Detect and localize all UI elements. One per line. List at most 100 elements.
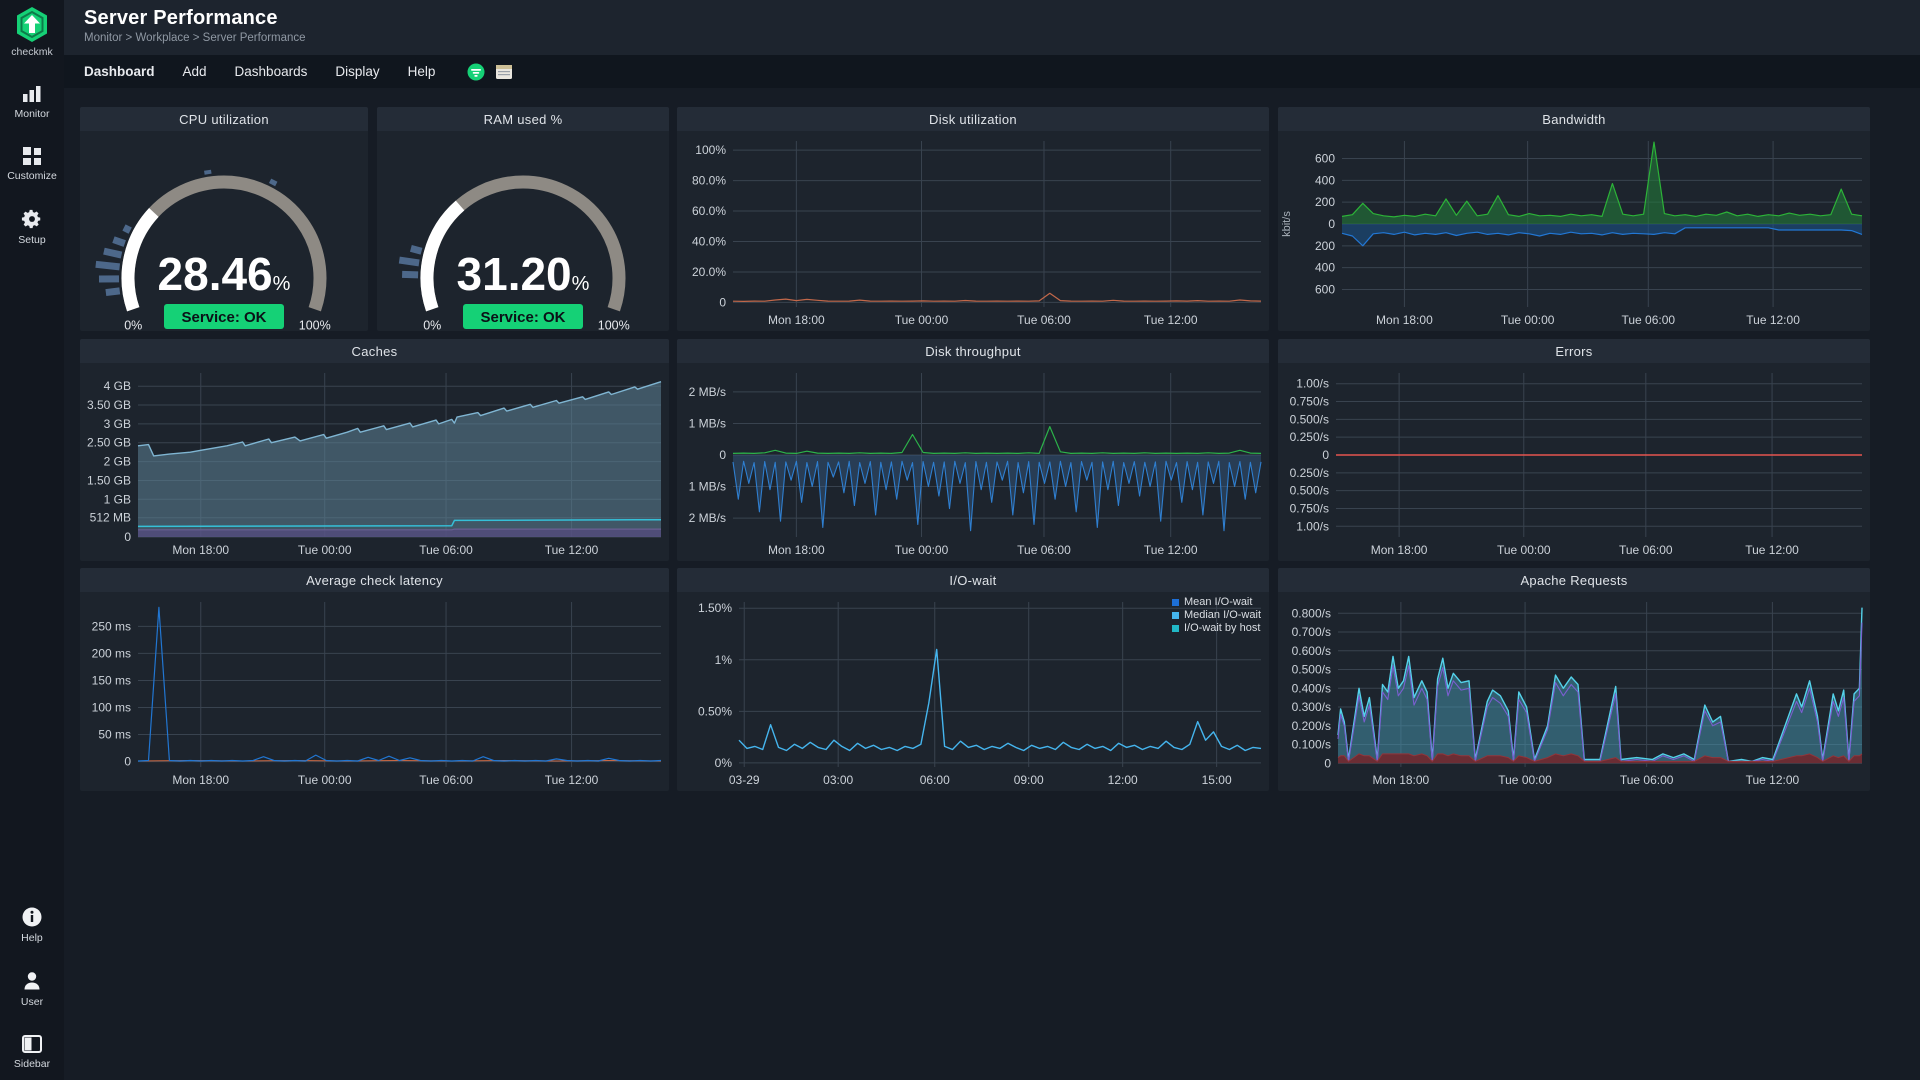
svg-text:06:00: 06:00 [920, 773, 950, 787]
svg-text:Mon 18:00: Mon 18:00 [768, 313, 825, 327]
gauge-ram-used-[interactable]: 0%100%31.20%Service: OK [377, 131, 669, 331]
svg-text:Tue 06:00: Tue 06:00 [1621, 313, 1675, 327]
legend-label: Median I/O-wait [1184, 609, 1261, 621]
panel-header[interactable]: Errors [1278, 339, 1870, 363]
disk-utilization-chart[interactable]: Mon 18:00Tue 00:00Tue 06:00Tue 12:00100%… [677, 131, 1269, 331]
legend-entry[interactable]: Median I/O-wait [1172, 609, 1261, 621]
errors-chart[interactable]: Mon 18:00Tue 00:00Tue 06:00Tue 12:001.00… [1278, 363, 1870, 561]
svg-text:28.46%: 28.46% [158, 248, 291, 300]
svg-text:0.600/s: 0.600/s [1292, 644, 1331, 658]
svg-text:0: 0 [1322, 448, 1329, 462]
svg-text:0.200/s: 0.200/s [1292, 719, 1331, 733]
menu-item-help[interactable]: Help [408, 64, 436, 79]
gauge-cpu-utilization[interactable]: 0%100%28.46%Service: OK [80, 131, 368, 331]
panel-header[interactable]: Apache Requests [1278, 568, 1870, 592]
caches-chart[interactable]: Mon 18:00Tue 00:00Tue 06:00Tue 12:004 GB… [80, 363, 669, 561]
panel-title: Errors [1555, 344, 1592, 359]
apache-requests-chart[interactable]: Mon 18:00Tue 00:00Tue 06:00Tue 12:000.80… [1278, 592, 1870, 791]
panel-i-o-wait: I/O-wait03-2903:0006:0009:0012:0015:001.… [677, 568, 1269, 791]
menu-item-dashboard[interactable]: Dashboard [84, 64, 155, 79]
dashlet-table-icon[interactable] [495, 64, 513, 80]
panel-disk-throughput: Disk throughput Mon 18:00Tue 00:00Tue 06:… [677, 339, 1269, 561]
svg-text:03-29: 03-29 [729, 773, 760, 787]
svg-text:0.500/s: 0.500/s [1292, 663, 1331, 677]
customize-icon [22, 146, 42, 166]
svg-text:0.300/s: 0.300/s [1292, 700, 1331, 714]
panel-bandwidth: BandwidthMon 18:00Tue 00:00Tue 06:00Tue … [1278, 107, 1870, 331]
svg-text:Tue 06:00: Tue 06:00 [419, 543, 473, 557]
svg-text:60.0%: 60.0% [692, 204, 726, 218]
menu-item-dashboards[interactable]: Dashboards [235, 64, 308, 79]
svg-text:0.500/s: 0.500/s [1290, 484, 1329, 498]
svg-text:1%: 1% [715, 653, 733, 667]
svg-text:Tue 12:00: Tue 12:00 [1745, 543, 1799, 557]
sidebar-item-setup[interactable]: Setup [18, 208, 45, 246]
sidebar-item-customize[interactable]: Customize [7, 146, 57, 182]
panel-title: Average check latency [306, 573, 443, 588]
svg-text:0.400/s: 0.400/s [1292, 681, 1331, 695]
svg-text:200: 200 [1315, 239, 1335, 253]
svg-text:0: 0 [1324, 756, 1331, 770]
panel-cpu-utilization: CPU utilization 0%100%28.46%Service: OK [80, 107, 368, 331]
filter-icon[interactable] [467, 63, 485, 81]
sidebar-item-label: Sidebar [14, 1058, 50, 1070]
svg-text:Tue 12:00: Tue 12:00 [1746, 773, 1800, 787]
panel-header[interactable]: Disk throughput [677, 339, 1269, 363]
panel-header[interactable]: Average check latency [80, 568, 669, 592]
svg-text:0.50%: 0.50% [698, 704, 732, 718]
panel-header[interactable]: Caches [80, 339, 669, 363]
sidebar-item-help[interactable]: Help [21, 906, 43, 944]
panel-header[interactable]: CPU utilization [80, 107, 368, 131]
svg-text:0.750/s: 0.750/s [1290, 501, 1329, 515]
svg-text:50 ms: 50 ms [98, 728, 131, 742]
legend-entry[interactable]: I/O-wait by host [1172, 622, 1261, 634]
panel-apache-requests: Apache RequestsMon 18:00Tue 00:00Tue 06:… [1278, 568, 1870, 791]
svg-text:Tue 00:00: Tue 00:00 [298, 543, 352, 557]
monitor-icon [21, 84, 43, 104]
panel-title: CPU utilization [179, 112, 269, 127]
menu-item-display[interactable]: Display [335, 64, 379, 79]
panel-caches: CachesMon 18:00Tue 00:00Tue 06:00Tue 12:… [80, 339, 669, 561]
sidebar-item-sidebar[interactable]: Sidebar [14, 1034, 50, 1070]
svg-text:20.0%: 20.0% [692, 265, 726, 279]
panel-header[interactable]: RAM used % [377, 107, 669, 131]
sidebar-item-label: Help [21, 932, 43, 944]
user-icon [21, 970, 43, 992]
page-header: Server Performance Monitor > Workplace >… [64, 0, 1920, 55]
svg-text:0.250/s: 0.250/s [1290, 430, 1329, 444]
setup-gear-icon [21, 208, 43, 230]
svg-text:150 ms: 150 ms [92, 673, 131, 687]
bandwidth-chart[interactable]: Mon 18:00Tue 00:00Tue 06:00Tue 12:006004… [1278, 131, 1870, 331]
legend-label: I/O-wait by host [1184, 622, 1260, 634]
panel-title: Disk throughput [925, 344, 1021, 359]
legend-swatch [1172, 625, 1179, 632]
panel-title: Apache Requests [1520, 573, 1627, 588]
svg-text:Tue 12:00: Tue 12:00 [1746, 313, 1800, 327]
svg-text:2 MB/s: 2 MB/s [689, 385, 726, 399]
panel-body: Mon 18:00Tue 00:00Tue 06:00Tue 12:006004… [1278, 131, 1870, 331]
dashboard-grid: CPU utilization 0%100%28.46%Service: OK RA… [64, 88, 1920, 1080]
panel-title: Disk utilization [929, 112, 1017, 127]
panel-body: Mon 18:00Tue 00:00Tue 06:00Tue 12:00100%… [677, 131, 1269, 331]
panel-body: 0%100%31.20%Service: OK [377, 131, 669, 331]
svg-text:Mon 18:00: Mon 18:00 [768, 543, 825, 557]
sidebar-item-monitor[interactable]: Monitor [14, 84, 49, 120]
sidebar-item-user[interactable]: User [21, 970, 43, 1008]
breadcrumb[interactable]: Monitor > Workplace > Server Performance [84, 32, 306, 44]
legend-entry[interactable]: Mean I/O-wait [1172, 596, 1261, 608]
panel-header[interactable]: Bandwidth [1278, 107, 1870, 131]
svg-text:0.750/s: 0.750/s [1290, 395, 1329, 409]
menu-item-add[interactable]: Add [183, 64, 207, 79]
svg-text:Tue 12:00: Tue 12:00 [545, 543, 599, 557]
panel-header[interactable]: I/O-wait [677, 568, 1269, 592]
disk-throughput-chart[interactable]: Mon 18:00Tue 00:00Tue 06:00Tue 12:002 MB… [677, 363, 1269, 561]
svg-text:Tue 06:00: Tue 06:00 [1620, 773, 1674, 787]
average-check-latency-chart[interactable]: Mon 18:00Tue 00:00Tue 06:00Tue 12:00250 … [80, 592, 669, 791]
svg-text:Tue 00:00: Tue 00:00 [1501, 313, 1555, 327]
checkmk-logo[interactable]: checkmk [11, 6, 52, 58]
svg-text:kbit/s: kbit/s [1281, 211, 1293, 237]
svg-text:250 ms: 250 ms [92, 619, 131, 633]
main-sidebar: checkmk Monitor Customize Se [0, 0, 64, 1080]
panel-header[interactable]: Disk utilization [677, 107, 1269, 131]
svg-text:0: 0 [124, 530, 131, 544]
